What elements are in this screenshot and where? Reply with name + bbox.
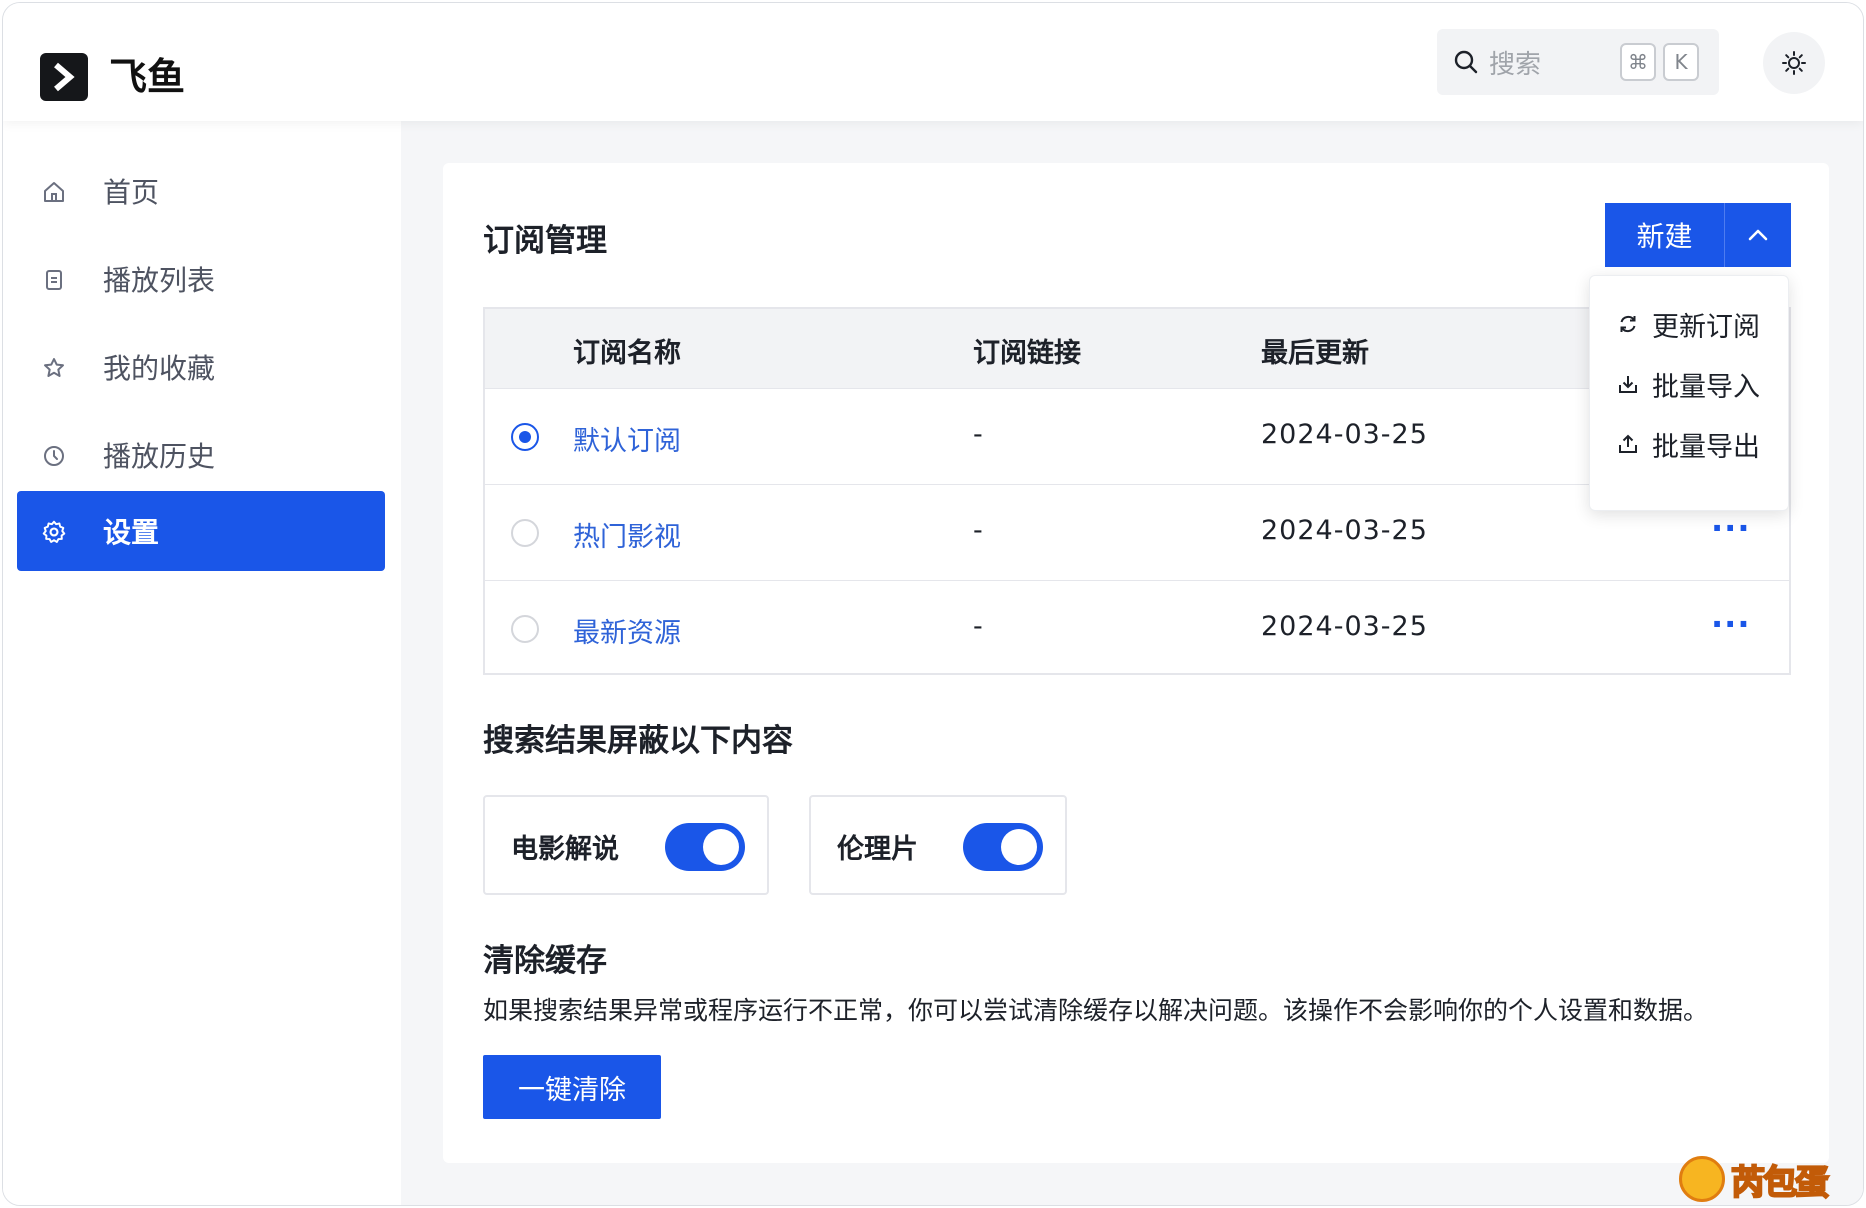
watermark-text: 芮包蛋 <box>1730 1162 1830 1204</box>
block-item-toggle[interactable] <box>665 823 745 871</box>
new-menu-toggle[interactable] <box>1725 203 1791 267</box>
subscription-name[interactable]: 热门影视 <box>573 515 681 554</box>
app-name: 飞鱼 <box>109 55 186 99</box>
gear-icon <box>41 519 67 545</box>
block-item-toggle[interactable] <box>963 823 1043 871</box>
subscription-section-title: 订阅管理 <box>483 223 607 259</box>
subscription-link: - <box>973 419 983 450</box>
menu-item-update-subscription[interactable]: 更新订阅 <box>1616 304 1760 344</box>
menu-item-batch-export[interactable]: 批量导出 <box>1616 424 1760 464</box>
refresh-icon <box>1616 312 1640 336</box>
clock-icon <box>41 443 67 469</box>
block-item-label: 电影解说 <box>511 834 619 865</box>
sidebar-item-label: 播放列表 <box>103 264 216 297</box>
row-more-button[interactable]: ··· <box>1711 509 1750 547</box>
cache-section-title: 清除缓存 <box>483 943 607 979</box>
menu-item-label: 批量导入 <box>1652 371 1760 403</box>
sidebar-item-favorites[interactable]: 我的收藏 <box>17 327 385 407</box>
menu-item-label: 更新订阅 <box>1652 311 1760 343</box>
new-dropdown-menu: 更新订阅 批量导入 批量导出 <box>1589 275 1789 511</box>
star-icon <box>41 355 67 381</box>
new-subscription-split-button: 新建 <box>1605 203 1791 267</box>
subscription-updated: 2024-03-25 <box>1261 419 1428 450</box>
chevron-up-icon <box>1748 229 1768 241</box>
shortcut-k-key: K <box>1663 43 1699 81</box>
top-header: 飞鱼 搜索 ⌘ K <box>3 3 1863 121</box>
sun-icon <box>1782 51 1806 75</box>
sidebar-item-label: 播放历史 <box>103 440 216 473</box>
import-icon <box>1616 372 1640 396</box>
subscription-updated: 2024-03-25 <box>1261 515 1428 546</box>
shortcut-cmd-key: ⌘ <box>1620 43 1656 81</box>
block-section-title: 搜索结果屏蔽以下内容 <box>483 723 793 759</box>
row-radio[interactable] <box>511 423 539 451</box>
table-row[interactable]: 最新资源 - 2024-03-25 ··· <box>485 581 1789 677</box>
sidebar-item-playlist[interactable]: 播放列表 <box>17 239 385 319</box>
column-header-name: 订阅名称 <box>573 338 681 369</box>
sidebar-item-history[interactable]: 播放历史 <box>17 415 385 495</box>
row-more-button[interactable]: ··· <box>1711 605 1750 643</box>
row-radio[interactable] <box>511 615 539 643</box>
search-box[interactable]: 搜索 ⌘ K <box>1437 29 1719 95</box>
block-item-label: 伦理片 <box>837 834 918 865</box>
document-icon <box>41 267 67 293</box>
theme-toggle-button[interactable] <box>1763 32 1825 94</box>
subscription-link: - <box>973 611 983 642</box>
sidebar-item-label: 设置 <box>103 516 160 549</box>
column-header-link: 订阅链接 <box>973 338 1081 369</box>
mascot-icon <box>1679 1156 1725 1202</box>
app-window: 飞鱼 搜索 ⌘ K 首页 播放列表 我的收藏 播放历史 设置 订阅管理 新建 订… <box>2 2 1864 1206</box>
menu-item-label: 批量导出 <box>1652 431 1760 463</box>
clear-cache-button[interactable]: 一键清除 <box>483 1055 661 1119</box>
sidebar: 首页 播放列表 我的收藏 播放历史 设置 <box>3 121 401 1205</box>
sidebar-item-settings[interactable]: 设置 <box>17 491 385 571</box>
subscription-updated: 2024-03-25 <box>1261 611 1428 642</box>
new-button[interactable]: 新建 <box>1605 203 1725 267</box>
block-item-card: 电影解说 <box>483 795 769 895</box>
search-placeholder: 搜索 <box>1489 49 1542 80</box>
menu-item-batch-import[interactable]: 批量导入 <box>1616 364 1760 404</box>
sidebar-item-label: 我的收藏 <box>103 352 216 385</box>
sidebar-item-home[interactable]: 首页 <box>17 151 385 231</box>
watermark-logo: 芮包蛋 <box>1679 1155 1859 1204</box>
sidebar-item-label: 首页 <box>103 176 160 209</box>
row-radio[interactable] <box>511 519 539 547</box>
chevron-right-icon <box>54 62 75 92</box>
subscription-name[interactable]: 默认订阅 <box>573 419 681 458</box>
subscription-link: - <box>973 515 983 546</box>
subscription-name[interactable]: 最新资源 <box>573 611 681 650</box>
home-icon <box>41 179 67 205</box>
column-header-updated: 最后更新 <box>1261 338 1369 369</box>
cache-description: 如果搜索结果异常或程序运行不正常，你可以尝试清除缓存以解决问题。该操作不会影响你… <box>483 996 1709 1025</box>
search-icon <box>1454 50 1478 74</box>
app-logo <box>40 53 88 101</box>
export-icon <box>1616 432 1640 456</box>
block-item-card: 伦理片 <box>809 795 1067 895</box>
